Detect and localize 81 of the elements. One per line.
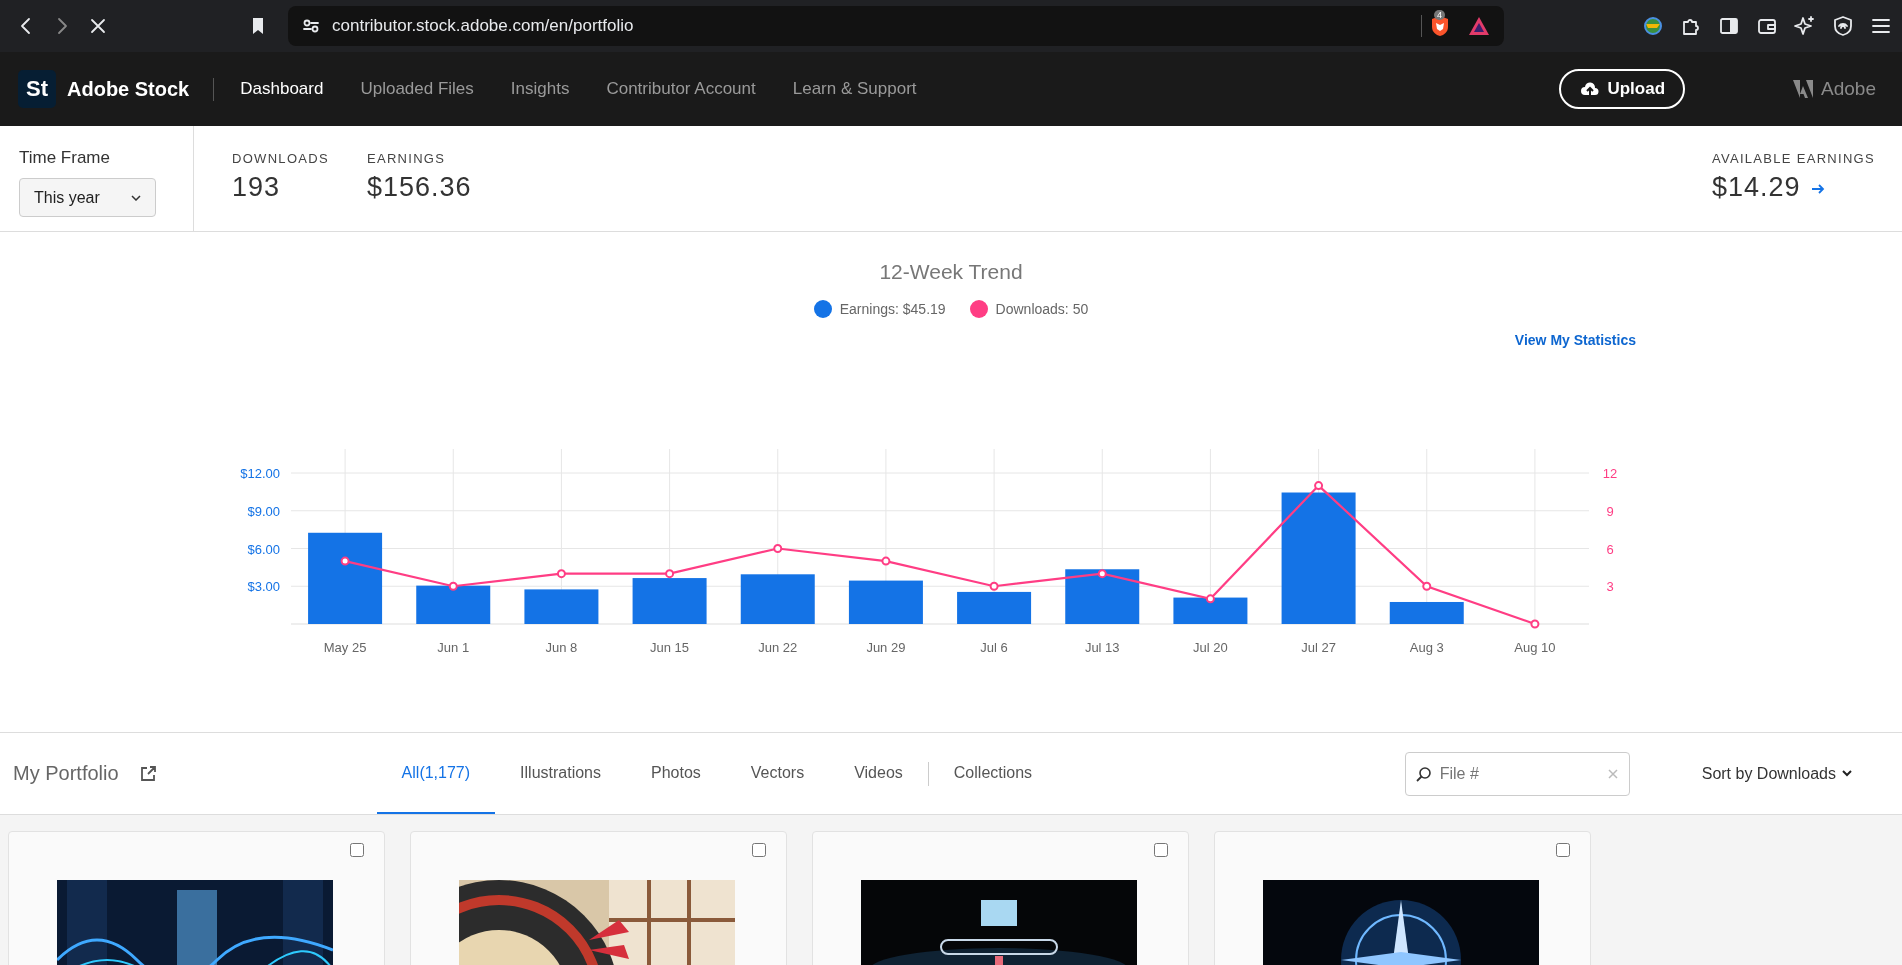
data-point — [556, 569, 566, 579]
axis-tick-label: Jun 1 — [437, 640, 470, 655]
search-icon — [1415, 765, 1432, 782]
select-checkbox[interactable] — [350, 843, 364, 857]
adobe-logo-icon[interactable] — [1793, 80, 1814, 98]
upload-button[interactable]: Upload — [1559, 69, 1686, 109]
axis-tick-label: Jul 20 — [1193, 640, 1228, 655]
field-label: Time Frame — [19, 148, 111, 168]
legend-label: Downloads: 50 — [995, 301, 1089, 317]
axis-tick-label: $9.00 — [247, 503, 280, 519]
data-point — [989, 581, 999, 591]
shield-badge: 4 — [1434, 10, 1445, 20]
sparkle-icon[interactable] — [1794, 15, 1816, 37]
data-point — [773, 544, 783, 553]
site-settings-icon[interactable] — [302, 17, 320, 35]
axis-tick-label: Aug 3 — [1409, 640, 1444, 655]
arrow-right-icon[interactable] — [1810, 183, 1825, 194]
nav-link[interactable]: Uploaded Files — [360, 79, 474, 99]
axis-tick-label: 9 — [1606, 503, 1614, 519]
nav-link[interactable]: Learn & Support — [792, 79, 917, 99]
sidebar-icon[interactable] — [1718, 15, 1740, 37]
data-point — [340, 556, 350, 566]
filter-tab[interactable]: Videos — [829, 733, 928, 814]
data-point — [881, 556, 891, 566]
select-checkbox[interactable] — [1154, 843, 1168, 857]
time-frame-dropdown[interactable]: This year — [19, 178, 156, 217]
select-checkbox[interactable] — [1556, 843, 1570, 857]
sort-dropdown[interactable]: Sort by Downloads — [1701, 764, 1852, 783]
axis-tick-label: $3.00 — [247, 579, 280, 595]
nav-link[interactable]: Insights — [510, 79, 570, 99]
data-point — [1530, 619, 1540, 629]
stat-value: 193 — [232, 172, 282, 203]
data-point — [448, 581, 458, 591]
stat-value: $14.29 — [1711, 172, 1801, 203]
filter-tab[interactable]: Photos — [626, 733, 726, 814]
data-point — [1314, 481, 1324, 491]
chevron-down-icon — [131, 194, 141, 201]
brand-name[interactable]: Adobe Stock — [67, 77, 215, 101]
chevron-down-icon — [1842, 770, 1852, 777]
section-title: My Portfolio — [13, 762, 119, 785]
axis-tick-label: 12 — [1602, 466, 1618, 481]
stat-label: AVAILABLE EARNINGS — [1711, 151, 1875, 166]
axis-tick-label: 3 — [1606, 579, 1614, 595]
stop-icon[interactable] — [88, 16, 108, 36]
select-checkbox[interactable] — [752, 843, 766, 857]
axis-tick-label: Jun 8 — [545, 640, 578, 655]
axis-tick-label: 6 — [1606, 541, 1614, 557]
stat-value: $156.36 — [366, 172, 472, 203]
address-bar[interactable]: contributor.stock.adobe.com/en/portfolio 4 — [288, 6, 1504, 46]
axis-tick-label: Jun 15 — [650, 640, 690, 655]
statistics-link[interactable]: View My Statistics — [1514, 332, 1636, 348]
axis-tick-label: $6.00 — [247, 541, 280, 557]
axis-tick-label: Jun 29 — [866, 640, 906, 655]
axis-tick-label: Jul 13 — [1084, 640, 1120, 655]
nav-link[interactable]: Dashboard — [240, 79, 324, 99]
axis-tick-label: Jun 22 — [758, 640, 798, 655]
data-point — [665, 569, 675, 579]
company-name: Adobe — [1821, 78, 1876, 100]
filter-tab[interactable]: Collections — [928, 733, 1058, 814]
vpn-shield-icon[interactable] — [1832, 15, 1854, 37]
external-link-icon[interactable] — [138, 764, 157, 783]
axis-tick-label: Aug 10 — [1514, 640, 1556, 655]
axis-tick-label: Jul 27 — [1301, 640, 1336, 655]
chart-title: 12-Week Trend — [879, 260, 1023, 284]
url-text: contributor.stock.adobe.com/en/portfolio — [332, 16, 635, 36]
filter-tab[interactable]: Illustrations — [495, 733, 626, 814]
axis-tick-label: $12.00 — [240, 466, 280, 481]
data-point — [1422, 581, 1432, 591]
filter-tab[interactable]: Vectors — [725, 733, 830, 814]
axis-tick-label: May 25 — [323, 640, 367, 655]
stat-label: EARNINGS — [366, 151, 447, 166]
triangle-icon[interactable] — [1468, 16, 1490, 36]
globe-icon[interactable] — [1642, 15, 1664, 37]
search-field[interactable]: File # — [1404, 751, 1630, 796]
data-point — [1205, 594, 1215, 604]
axis-tick-label: Jul 6 — [980, 640, 1008, 655]
stat-label: DOWNLOADS — [232, 151, 329, 166]
data-point — [1097, 569, 1107, 579]
logo-mark[interactable]: St — [18, 70, 56, 108]
nav-link[interactable]: Contributor Account — [606, 79, 756, 99]
legend-label: Earnings: $45.19 — [839, 301, 946, 317]
